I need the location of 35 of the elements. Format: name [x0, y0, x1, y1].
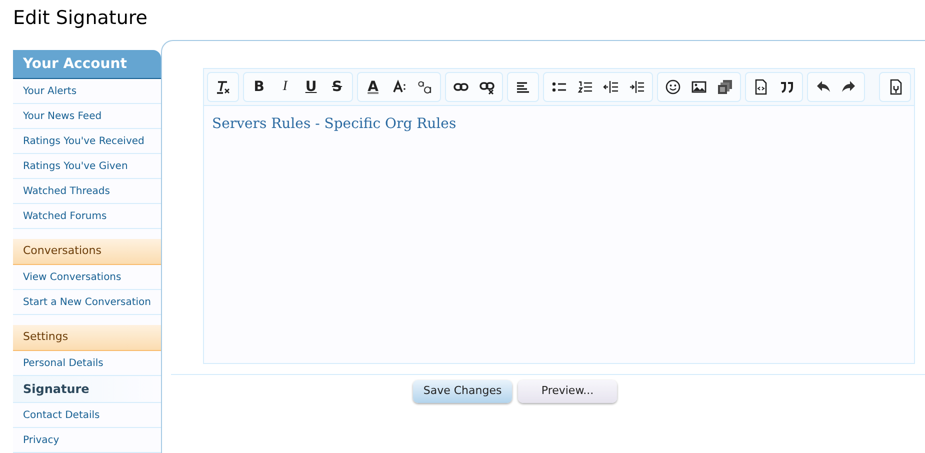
- sidebar-link[interactable]: Watched Forums: [13, 204, 162, 229]
- text-size-icon: [391, 79, 408, 95]
- sidebar-link[interactable]: Watched Threads: [13, 179, 162, 204]
- font-icon: [417, 79, 434, 95]
- sidebar-link[interactable]: Ratings You've Received: [13, 129, 162, 154]
- sidebar-link[interactable]: Privacy: [13, 428, 162, 453]
- sidebar-link[interactable]: Signature: [13, 376, 162, 403]
- preview-button[interactable]: Preview...: [518, 380, 618, 403]
- section-header: Conversations: [13, 239, 162, 265]
- numbered-list-icon: [577, 79, 594, 95]
- quote-icon: [779, 79, 796, 95]
- outdent-icon: [603, 79, 620, 95]
- sidebar-link[interactable]: Contact Details: [13, 403, 162, 428]
- sidebar-link[interactable]: Your News Feed: [13, 104, 162, 129]
- font-color-button[interactable]: A: [361, 75, 386, 99]
- save-button[interactable]: Save Changes: [413, 380, 512, 403]
- sidebar-link[interactable]: View Conversations: [13, 265, 162, 290]
- strike-button[interactable]: S: [325, 75, 350, 99]
- bold-button[interactable]: B: [247, 75, 272, 99]
- signature-text[interactable]: Servers Rules - Specific Org Rules: [204, 106, 456, 135]
- sidebar-link[interactable]: Ratings You've Given: [13, 154, 162, 179]
- unlink-icon: [479, 79, 496, 95]
- remove-format-icon: [215, 79, 232, 95]
- page-title: Edit Signature: [13, 6, 148, 31]
- sidebar-link[interactable]: Start a New Conversation: [13, 290, 162, 315]
- smiley-icon: [665, 79, 682, 95]
- section-header: Your Account: [13, 50, 162, 79]
- indent-icon: [629, 79, 646, 95]
- italic-button[interactable]: I: [273, 75, 298, 99]
- image-icon: [691, 79, 708, 95]
- sidebar-link[interactable]: Your Alerts: [13, 79, 162, 104]
- align-left-icon: [515, 79, 532, 95]
- underline-button[interactable]: U: [299, 75, 324, 99]
- section-header: Settings: [13, 325, 162, 351]
- code-icon: [753, 79, 770, 95]
